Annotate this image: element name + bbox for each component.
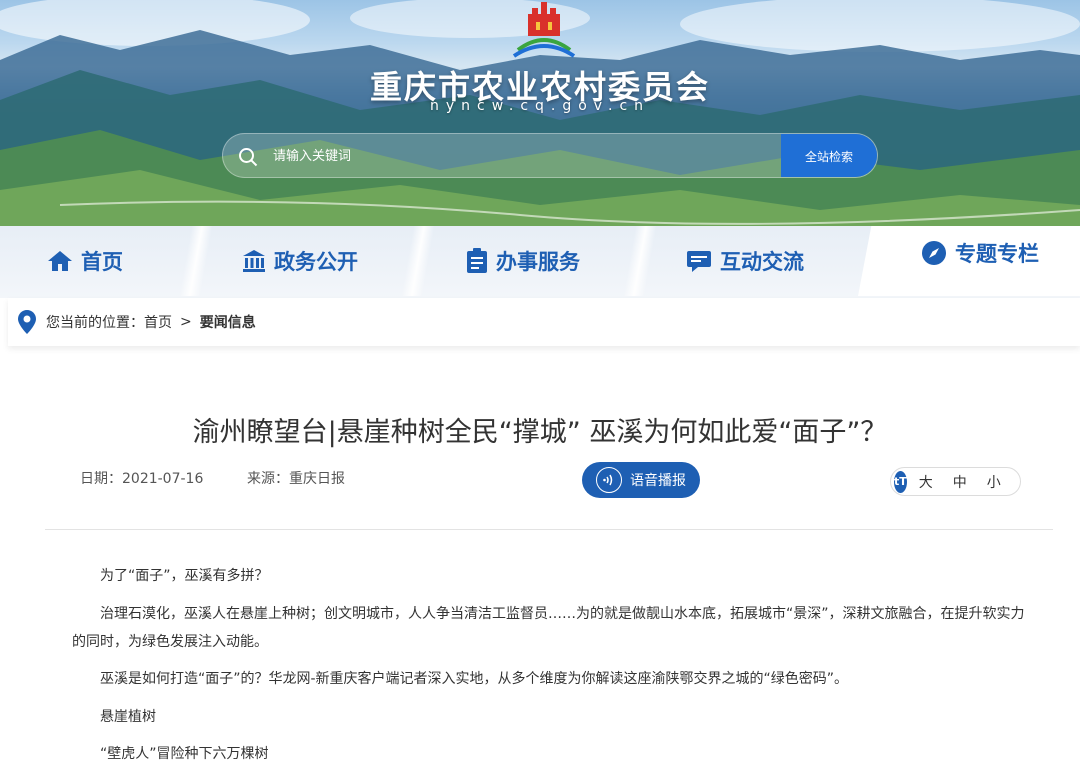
breadcrumb-prefix: 您当前的位置： (46, 315, 144, 331)
logo-icon (512, 2, 576, 58)
nav-item-label: 办事服务 (496, 250, 580, 274)
main-nav: 首页 政务公开 办事服务 互动交流 专题专栏 (0, 226, 1080, 298)
breadcrumb-separator: > (180, 314, 192, 330)
nav-item-label: 政务公开 (274, 250, 358, 274)
clipboard-icon (466, 248, 488, 274)
breadcrumb: 您当前的位置： 首页 > 要闻信息 (8, 298, 1080, 346)
nav-item-label: 专题专栏 (955, 242, 1039, 266)
sound-wave-icon (596, 467, 622, 493)
font-size-medium[interactable]: 中 (953, 472, 967, 492)
nav-item-home[interactable]: 首页 (0, 226, 170, 296)
font-size-switcher: tT 大 中 小 (890, 467, 1021, 496)
article-paragraph: “壁虎人”冒险种下六万棵树 (100, 746, 269, 762)
search-button[interactable]: 全站检索 (781, 134, 877, 177)
site-url: nyncw.cq.gov.cn (429, 98, 651, 114)
font-size-large[interactable]: 大 (919, 472, 933, 492)
font-size-icon: tT (894, 470, 907, 493)
article-title: 渝州瞭望台|悬崖种树全民“撑城” 巫溪为何如此爱“面子”？ (192, 417, 888, 448)
nav-item-special-topics[interactable]: 专题专栏 (880, 218, 1080, 288)
header-banner: 重庆市农业农村委员会 nyncw.cq.gov.cn 全站检索 (0, 0, 1080, 240)
audio-play-button[interactable]: 语音播报 (582, 462, 700, 498)
article-paragraph: 为了“面子”，巫溪有多拼？ (100, 568, 269, 584)
article-subheading: 悬崖植树 (100, 709, 156, 725)
title-divider (45, 529, 1053, 530)
nav-item-government-affairs[interactable]: 政务公开 (190, 226, 410, 296)
article-source: 来源：重庆日报 (247, 471, 345, 487)
nav-item-label: 首页 (81, 250, 123, 274)
nav-item-services[interactable]: 办事服务 (412, 226, 634, 296)
home-icon (47, 249, 73, 273)
font-size-small[interactable]: 小 (987, 472, 1001, 492)
article-paragraph: 治理石漠化，巫溪人在悬崖上种树；创文明城市，人人争当清洁工监督员……为的就是做靓… (72, 606, 1025, 650)
nav-item-interaction[interactable]: 互动交流 (634, 226, 856, 296)
compass-icon (921, 240, 947, 266)
search-input[interactable] (273, 134, 781, 177)
audio-play-label: 语音播报 (630, 473, 686, 489)
building-icon (242, 249, 266, 273)
article-paragraph: 巫溪是如何打造“面子”的？华龙网-新重庆客户端记者深入实地，从多个维度为你解读这… (100, 671, 849, 687)
search-icon (223, 134, 273, 177)
article-date: 日期：2021-07-16 (80, 471, 204, 487)
location-pin-icon (18, 310, 36, 334)
breadcrumb-current[interactable]: 要闻信息 (200, 312, 256, 332)
chat-icon (686, 249, 712, 273)
nav-item-label: 互动交流 (720, 250, 804, 274)
search-bar: 全站检索 (222, 133, 878, 178)
breadcrumb-home-link[interactable]: 首页 (144, 312, 172, 332)
